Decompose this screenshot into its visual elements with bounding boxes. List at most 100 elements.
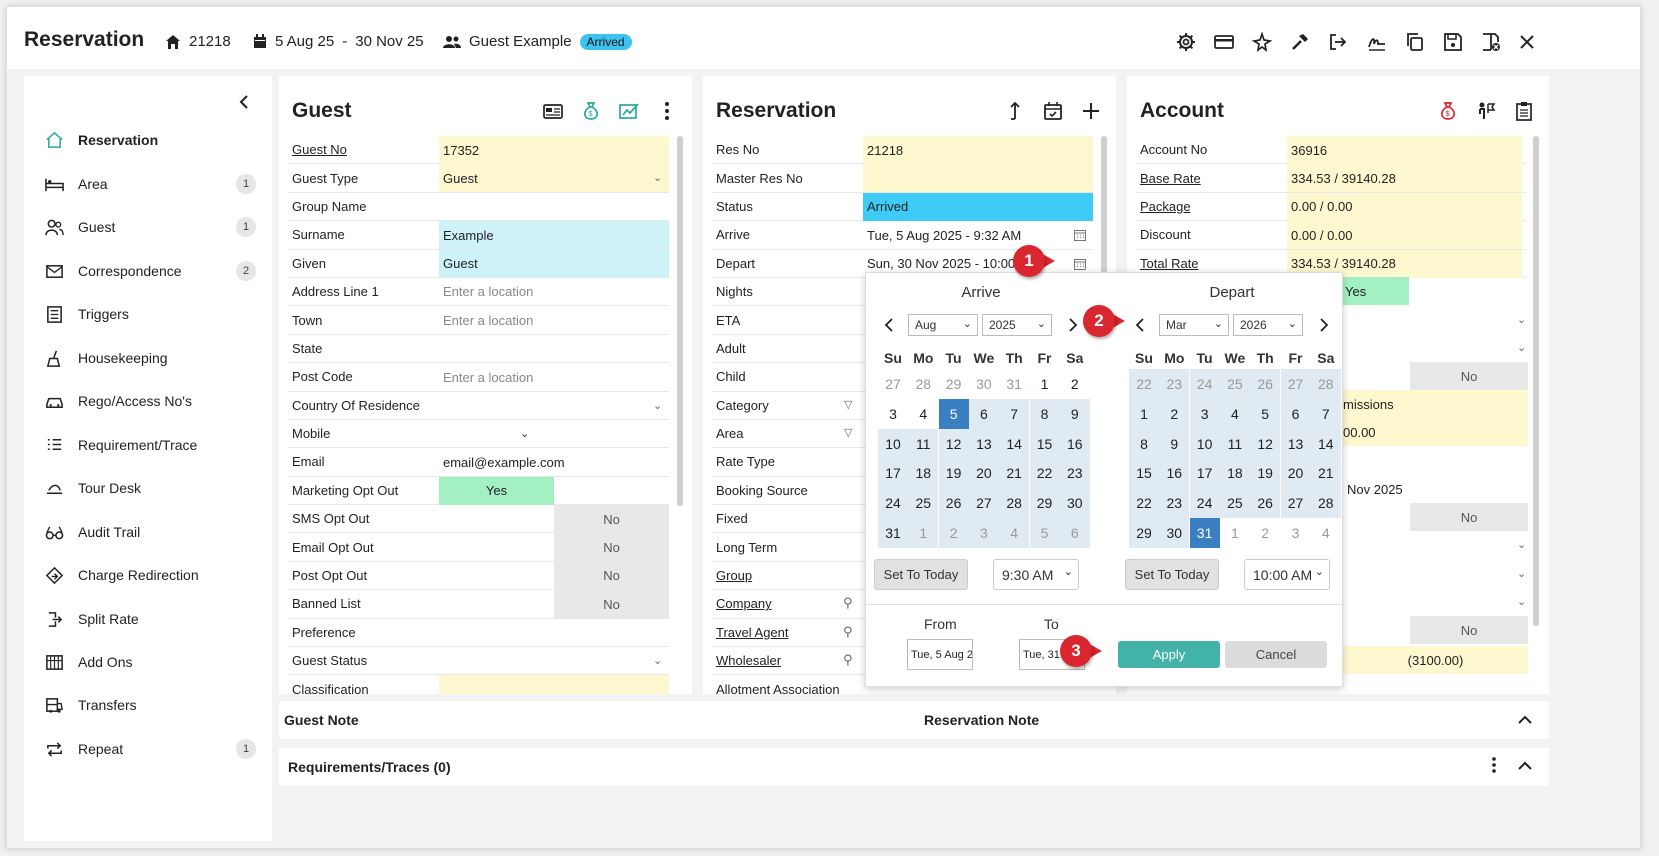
calendar-day[interactable]: 12 bbox=[1250, 428, 1281, 459]
calendar-day[interactable]: 1 bbox=[1129, 398, 1159, 429]
chevron-right-icon[interactable] bbox=[1318, 318, 1330, 332]
given-input[interactable]: Guest bbox=[439, 249, 669, 278]
calendar-day[interactable]: 13 bbox=[968, 428, 999, 459]
depart-time-select[interactable]: 10:00 AM ⌄ bbox=[1244, 559, 1330, 590]
sidebar-item-audit-trail[interactable]: Audit Trail bbox=[44, 520, 264, 544]
calendar-day[interactable]: 4 bbox=[999, 518, 1030, 548]
guest-type-select[interactable]: Guest bbox=[439, 164, 669, 193]
sidebar-item-requirement[interactable]: Requirement/Trace bbox=[44, 433, 264, 457]
calendar-day[interactable]: 2 bbox=[1250, 518, 1280, 548]
magic-icon[interactable] bbox=[1251, 31, 1273, 53]
calendar-day[interactable]: 14 bbox=[999, 428, 1030, 459]
calendar-day[interactable]: 29 bbox=[939, 369, 969, 399]
settings-icon[interactable] bbox=[1175, 31, 1197, 53]
calendar-day[interactable]: 7 bbox=[1310, 398, 1341, 429]
calendar-day[interactable]: 23 bbox=[1059, 458, 1090, 489]
calendar-day[interactable]: 5 bbox=[1029, 518, 1060, 548]
depart-set-today-button[interactable]: Set To Today bbox=[1125, 559, 1219, 590]
calendar-day[interactable]: 21 bbox=[1310, 458, 1341, 489]
classification-input[interactable] bbox=[439, 675, 669, 694]
more-vertical-icon[interactable] bbox=[656, 100, 678, 122]
calendar-day[interactable]: 24 bbox=[878, 488, 908, 519]
sidebar-item-add-ons[interactable]: Add Ons bbox=[44, 650, 264, 674]
calendar-day[interactable]: 10 bbox=[1189, 428, 1220, 459]
calendar-day[interactable]: 3 bbox=[1281, 518, 1311, 548]
chart-card-icon[interactable] bbox=[618, 100, 640, 122]
calendar-day[interactable]: 28 bbox=[908, 369, 938, 399]
chevron-down-icon[interactable]: ⌄ bbox=[1517, 595, 1526, 608]
calendar-day[interactable]: 4 bbox=[1219, 398, 1250, 429]
sidebar-item-transfers[interactable]: Transfers bbox=[44, 693, 264, 717]
calendar-day[interactable]: 31 bbox=[878, 518, 908, 548]
calendar-day[interactable]: 14 bbox=[1310, 428, 1341, 459]
calendar-day[interactable]: 18 bbox=[908, 458, 939, 489]
calendar-day[interactable]: 3 bbox=[1189, 398, 1220, 429]
calendar-day[interactable]: 17 bbox=[1189, 458, 1220, 489]
copy-icon[interactable] bbox=[1404, 31, 1426, 53]
close-icon[interactable] bbox=[1516, 31, 1538, 53]
calendar-day[interactable]: 26 bbox=[1250, 369, 1281, 399]
calendar-day[interactable]: 23 bbox=[1159, 369, 1190, 399]
calendar-day[interactable]: 27 bbox=[878, 369, 908, 399]
cancel-button[interactable]: Cancel bbox=[1225, 641, 1327, 668]
requirements-bar[interactable]: Requirements/Traces (0) bbox=[279, 748, 1549, 786]
arrive-set-today-button[interactable]: Set To Today bbox=[874, 559, 968, 590]
calendar-day[interactable]: 23 bbox=[1159, 488, 1190, 519]
no-toggle[interactable]: No bbox=[1410, 616, 1528, 644]
calendar-day[interactable]: 16 bbox=[1159, 458, 1190, 489]
calendar-day[interactable]: 11 bbox=[1219, 428, 1250, 459]
calendar-icon[interactable] bbox=[1074, 258, 1086, 270]
id-card-icon[interactable] bbox=[542, 100, 564, 122]
depart-year-select[interactable]: 2026 ⌄ bbox=[1233, 314, 1303, 336]
calendar-day[interactable]: 27 bbox=[1280, 369, 1311, 399]
search-icon[interactable]: ⚲ bbox=[843, 652, 853, 668]
surname-input[interactable]: Example bbox=[439, 221, 669, 250]
master-res-value[interactable] bbox=[863, 164, 1093, 193]
from-input[interactable]: Tue, 5 Aug 2025 bbox=[907, 639, 973, 670]
post-code-input[interactable]: Enter a location bbox=[439, 363, 669, 391]
calendar-day[interactable]: 26 bbox=[938, 488, 969, 519]
calendar-day[interactable]: 15 bbox=[1029, 428, 1060, 459]
chevron-down-icon[interactable]: ⌄ bbox=[1517, 313, 1526, 326]
calendar-day[interactable]: 25 bbox=[908, 488, 939, 519]
calendar-day[interactable]: 30 bbox=[1159, 518, 1190, 548]
money-bag-icon[interactable]: $ bbox=[1437, 100, 1459, 122]
apply-button[interactable]: Apply bbox=[1118, 641, 1220, 668]
email-no-toggle[interactable]: No bbox=[554, 533, 669, 562]
chevron-up-icon[interactable] bbox=[1517, 758, 1533, 774]
calendar-day[interactable]: 16 bbox=[1059, 428, 1090, 459]
arrive-time-select[interactable]: 9:30 AM ⌄ bbox=[993, 559, 1079, 590]
calendar-day[interactable]: 31 bbox=[999, 369, 1029, 399]
state-input[interactable] bbox=[439, 335, 669, 363]
signature-icon[interactable] bbox=[1366, 31, 1388, 53]
sidebar-item-repeat[interactable]: Repeat 1 bbox=[44, 737, 264, 761]
banned-no-toggle[interactable]: No bbox=[554, 590, 669, 619]
calendar-day[interactable]: 2 bbox=[1060, 369, 1090, 399]
sidebar-item-charge-redirection[interactable]: Charge Redirection bbox=[44, 563, 264, 587]
clipboard-icon[interactable] bbox=[1513, 100, 1535, 122]
guest-note-label[interactable]: Guest Note bbox=[284, 712, 359, 728]
post-no-toggle[interactable]: No bbox=[554, 561, 669, 590]
sms-no-toggle[interactable]: No bbox=[554, 505, 669, 534]
calendar-day[interactable]: 12 bbox=[938, 428, 969, 459]
calendar-icon[interactable] bbox=[1074, 229, 1086, 242]
calendar-day[interactable]: 6 bbox=[1280, 398, 1311, 429]
reservation-note-label[interactable]: Reservation Note bbox=[924, 712, 1039, 728]
chevron-down-icon[interactable]: ⌄ bbox=[653, 654, 662, 667]
calendar-day[interactable]: 28 bbox=[1310, 369, 1341, 399]
email-input[interactable]: email@example.com bbox=[439, 448, 669, 476]
calendar-day[interactable]: 22 bbox=[1029, 458, 1060, 489]
calendar-day[interactable]: 9 bbox=[1159, 428, 1190, 459]
calendar-day[interactable]: 22 bbox=[1129, 369, 1159, 399]
calendar-day[interactable]: 9 bbox=[1059, 398, 1090, 429]
calendar-day[interactable]: 1 bbox=[1220, 518, 1250, 548]
sidebar-item-guest[interactable]: Guest 1 bbox=[44, 215, 264, 239]
no-toggle[interactable]: No bbox=[1410, 362, 1528, 390]
sidebar-item-correspondence[interactable]: Correspondence 2 bbox=[44, 259, 264, 283]
requirements-label[interactable]: Requirements/Traces (0) bbox=[288, 759, 451, 775]
chevron-down-icon[interactable]: ⌄ bbox=[520, 427, 529, 440]
calendar-day[interactable]: 5 bbox=[938, 398, 969, 429]
calendar-day[interactable]: 27 bbox=[968, 488, 999, 519]
calendar-day[interactable]: 19 bbox=[938, 458, 969, 489]
calendar-day[interactable]: 19 bbox=[1250, 458, 1281, 489]
